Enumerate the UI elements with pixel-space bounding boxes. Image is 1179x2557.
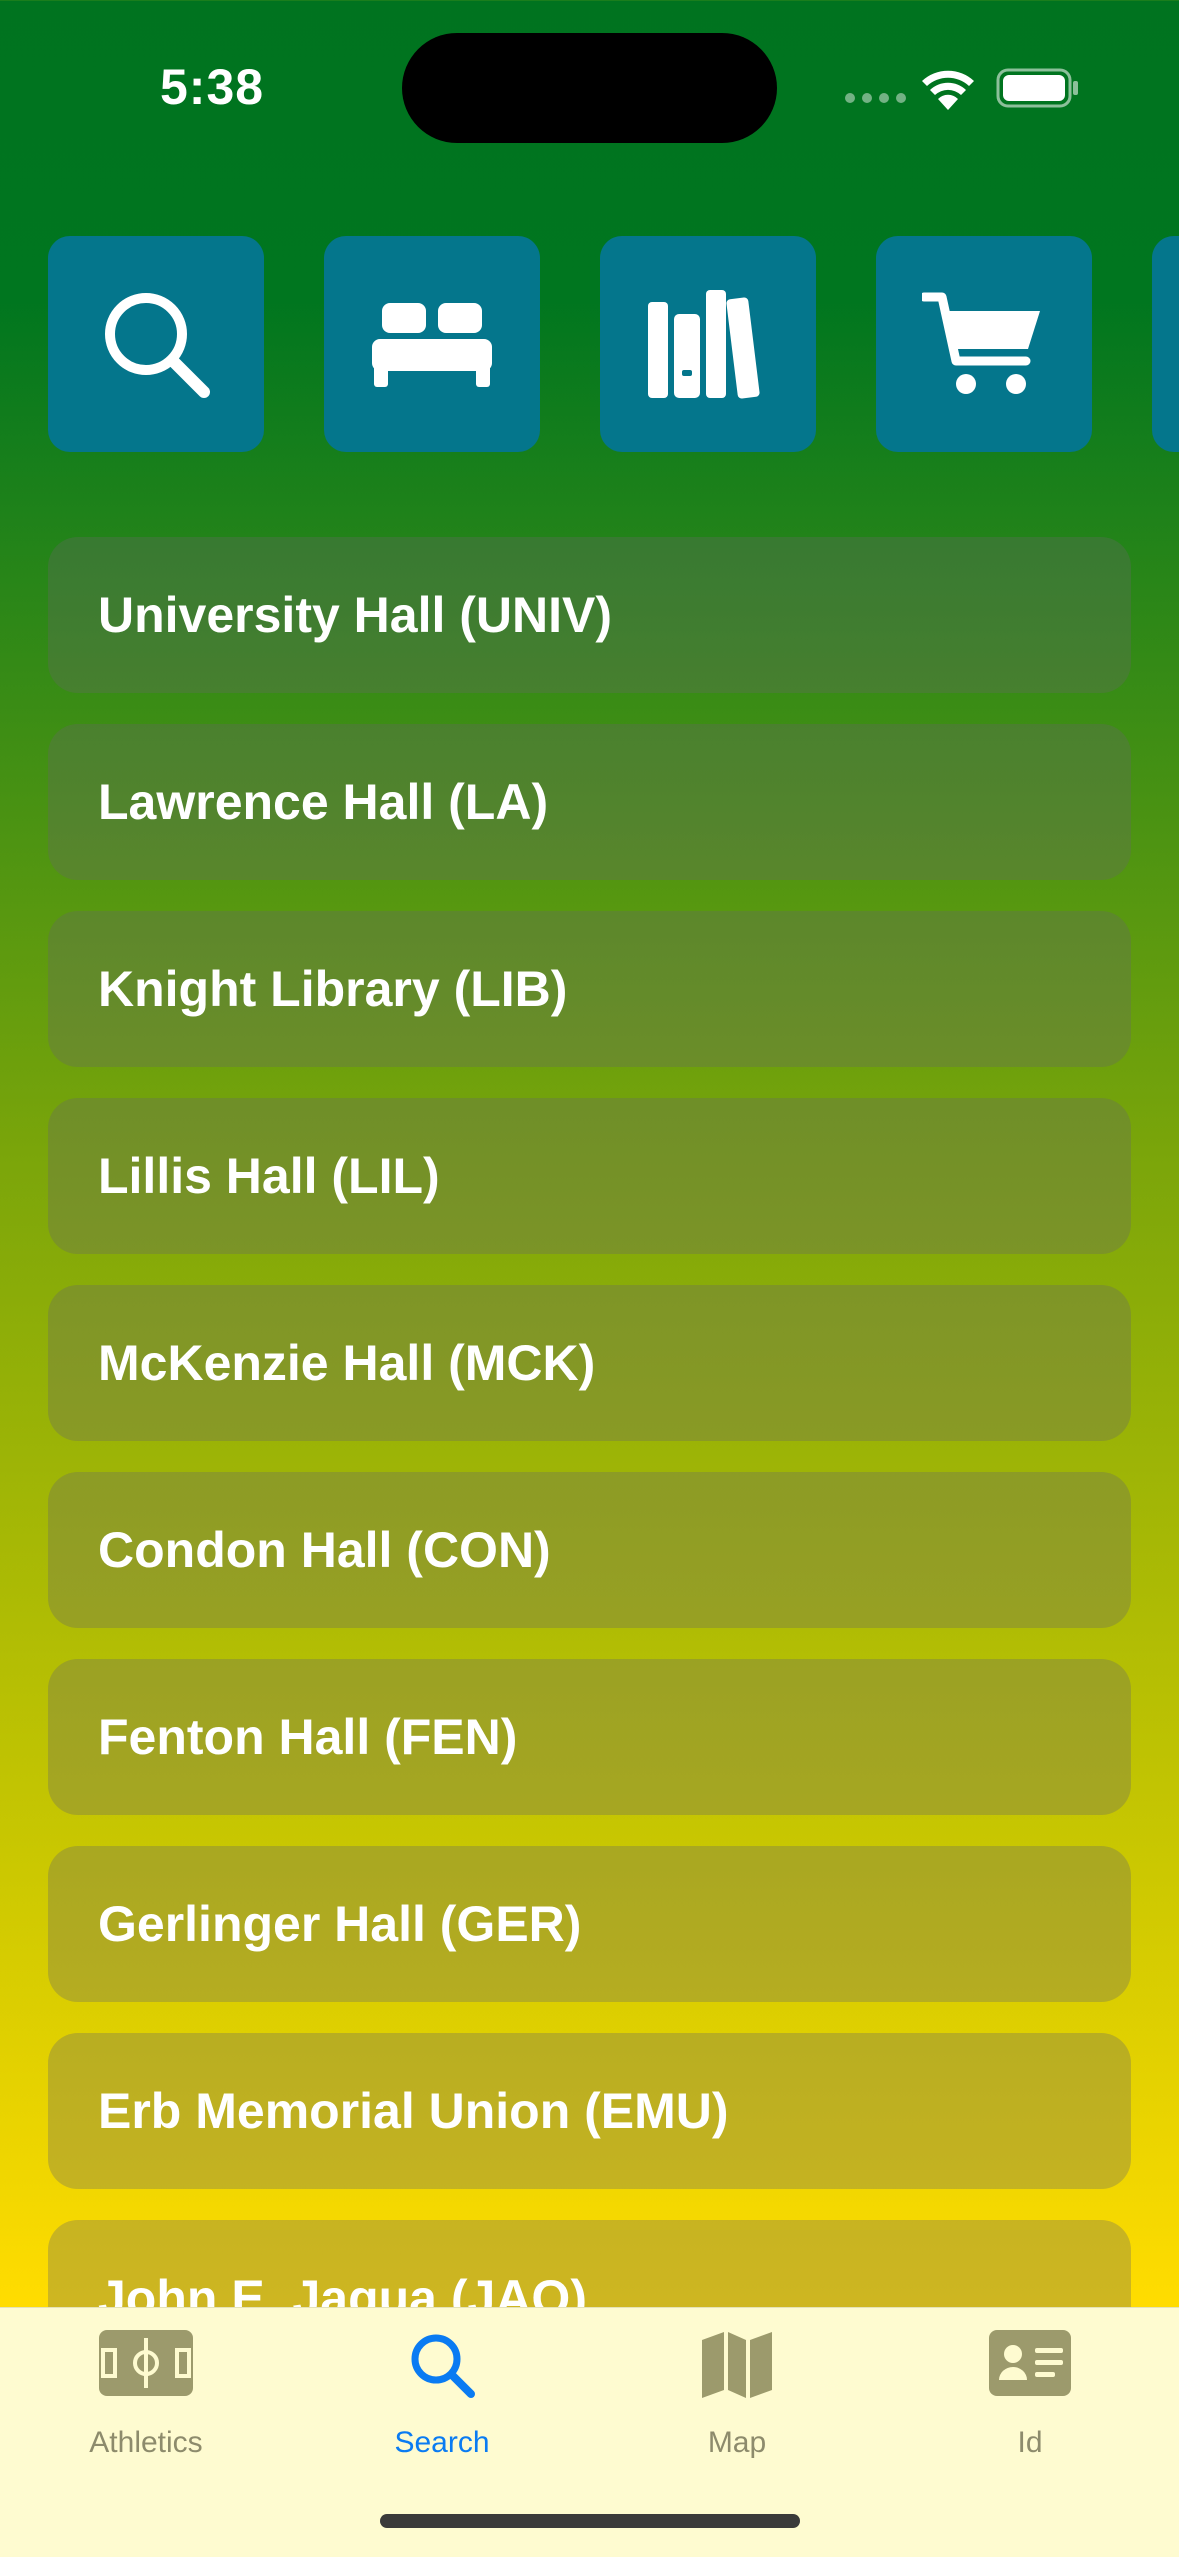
home-indicator xyxy=(380,2514,800,2528)
building-item[interactable]: John E. Jaqua (JAQ) xyxy=(48,2220,1131,2307)
tab-map-label: Map xyxy=(707,2426,767,2459)
category-search-button[interactable] xyxy=(48,236,264,452)
field-icon xyxy=(99,2330,193,2396)
tab-search[interactable]: Search xyxy=(322,2308,562,2508)
building-item[interactable]: Gerlinger Hall (GER) xyxy=(48,1846,1131,2002)
category-carousel[interactable] xyxy=(0,236,1179,454)
cellular-signal-icon xyxy=(845,93,906,103)
category-more-button[interactable] xyxy=(1152,236,1179,452)
status-bar: 5:38 xyxy=(0,0,1179,180)
tab-athletics-label: Athletics xyxy=(89,2426,203,2459)
building-item[interactable]: Condon Hall (CON) xyxy=(48,1472,1131,1628)
building-item[interactable]: Lillis Hall (LIL) xyxy=(48,1098,1131,1254)
status-time: 5:38 xyxy=(160,59,265,115)
building-item[interactable]: Fenton Hall (FEN) xyxy=(48,1659,1131,1815)
search-icon xyxy=(105,293,210,398)
building-item[interactable]: McKenzie Hall (MCK) xyxy=(48,1285,1131,1441)
wifi-icon xyxy=(922,70,974,110)
battery-icon xyxy=(996,68,1078,108)
bed-icon xyxy=(372,303,492,387)
building-item[interactable]: Lawrence Hall (LA) xyxy=(48,724,1131,880)
tab-map[interactable]: Map xyxy=(617,2308,857,2508)
search-icon xyxy=(411,2334,475,2398)
tab-id-label: Id xyxy=(1017,2426,1043,2459)
category-housing-button[interactable] xyxy=(324,236,540,452)
building-item[interactable]: University Hall (UNIV) xyxy=(48,537,1131,693)
dynamic-island xyxy=(402,33,777,143)
tab-athletics[interactable]: Athletics xyxy=(26,2308,266,2508)
map-icon xyxy=(702,2332,772,2398)
cart-icon xyxy=(922,292,1040,394)
tab-id[interactable]: Id xyxy=(910,2308,1150,2508)
building-item[interactable]: Erb Memorial Union (EMU) xyxy=(48,2033,1131,2189)
building-item[interactable]: Knight Library (LIB) xyxy=(48,911,1131,1067)
tab-search-label: Search xyxy=(394,2426,490,2459)
category-libraries-button[interactable] xyxy=(600,236,816,452)
books-icon xyxy=(648,290,760,399)
building-list[interactable]: University Hall (UNIV) Lawrence Hall (LA… xyxy=(48,537,1131,2307)
category-shopping-button[interactable] xyxy=(876,236,1092,452)
id-card-icon xyxy=(989,2330,1071,2396)
